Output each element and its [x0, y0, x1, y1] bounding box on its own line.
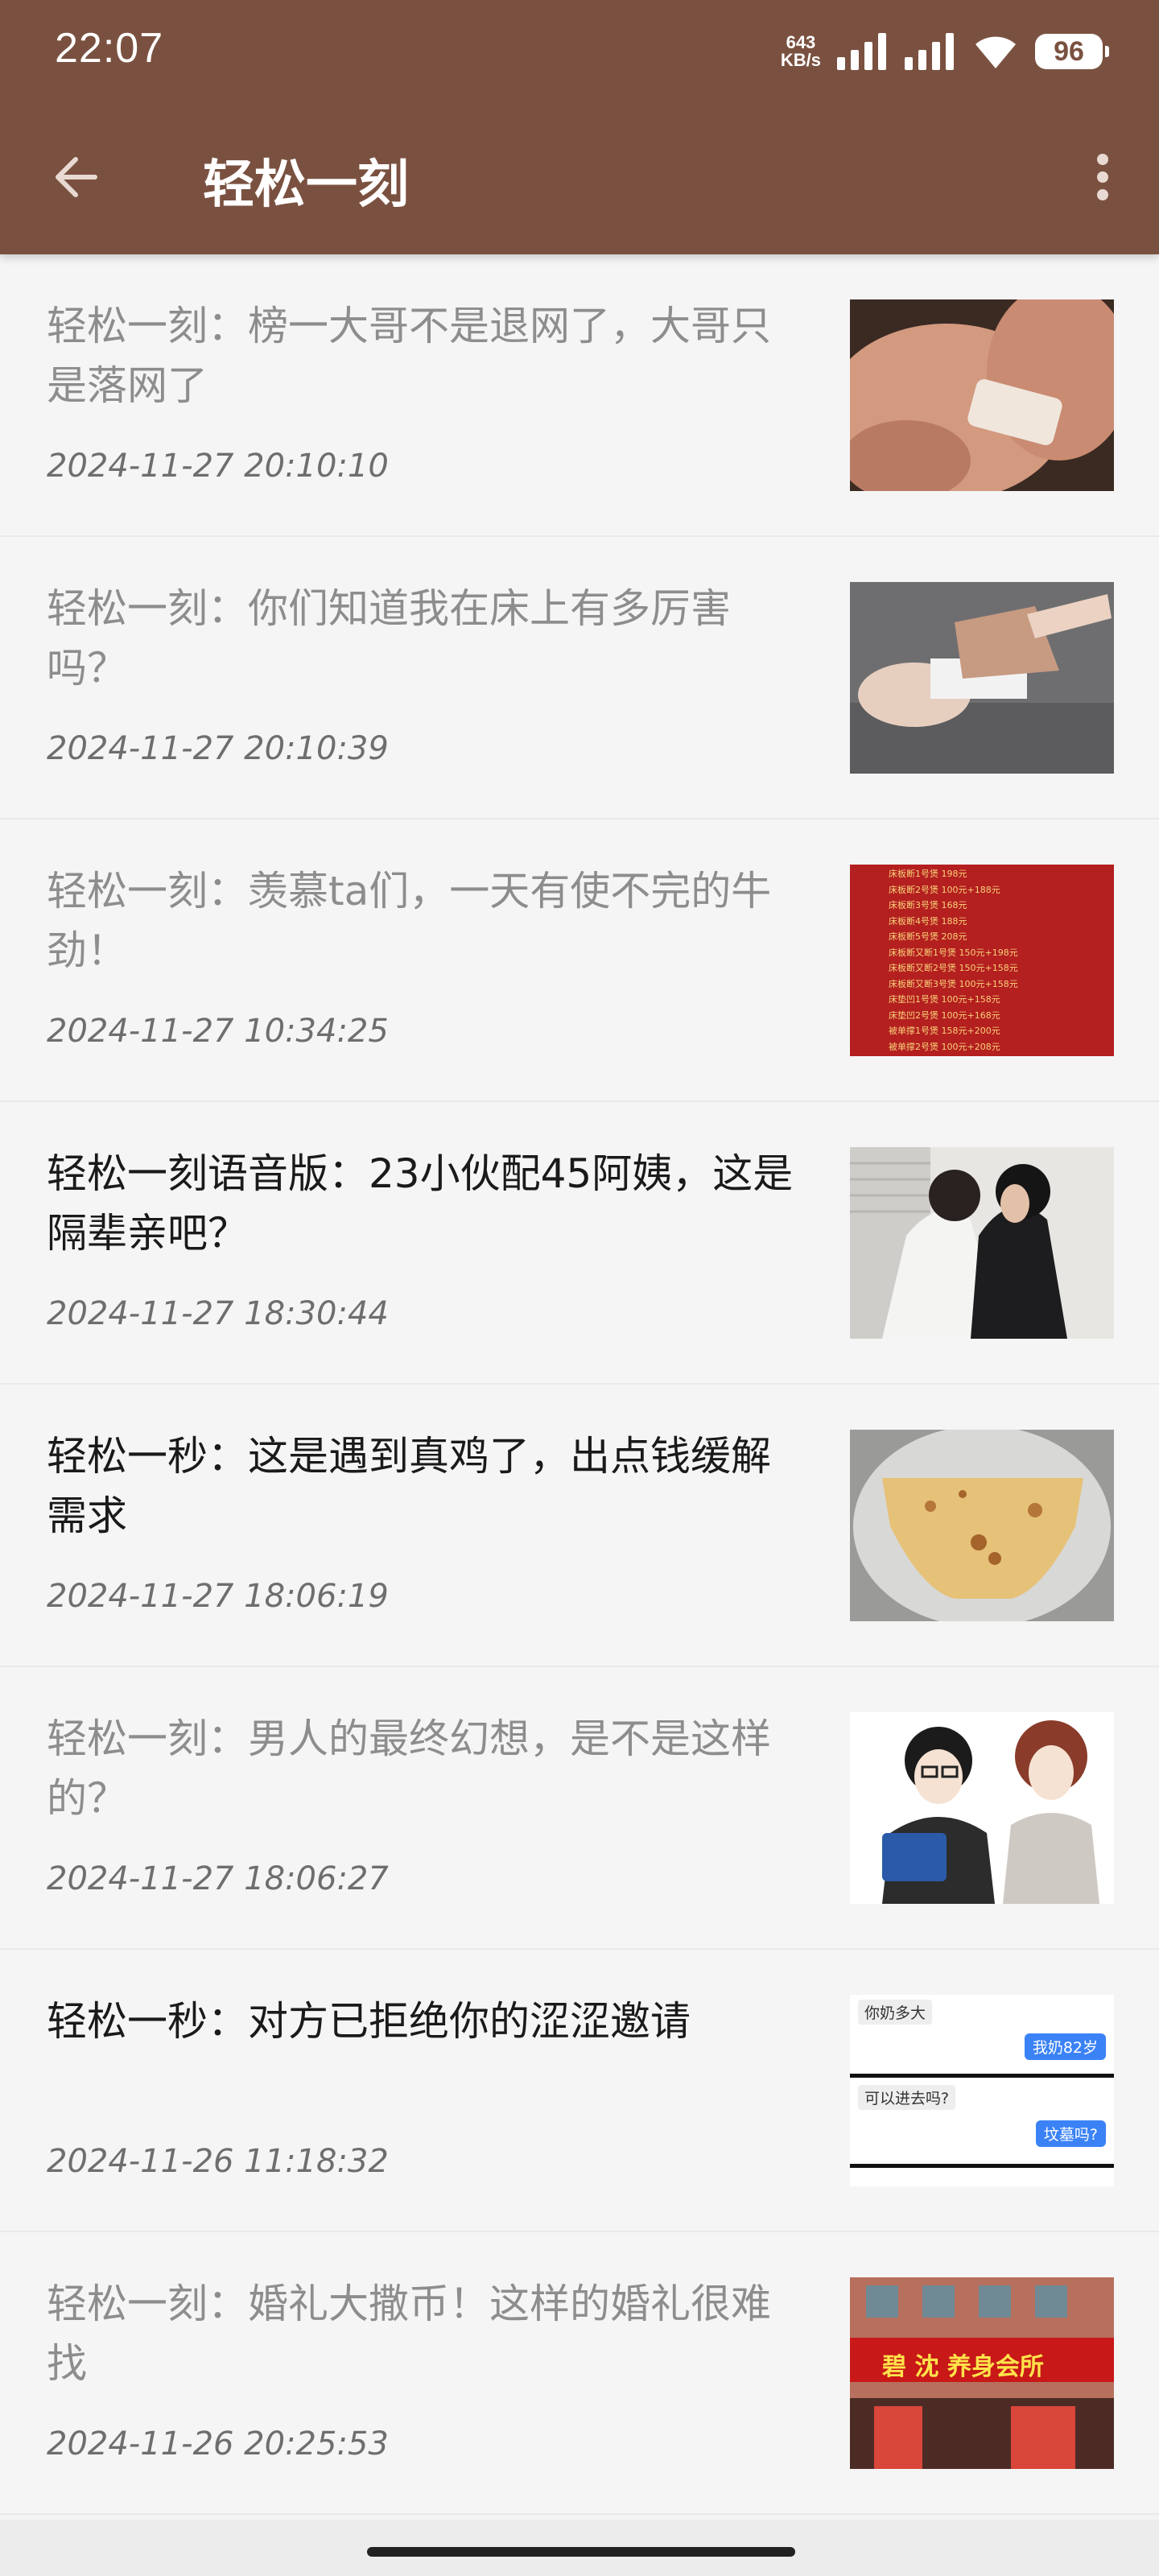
- article-title: 轻松一刻：榜一大哥不是退网了，大哥只是落网了: [47, 303, 771, 409]
- arrow-left-icon[interactable]: [45, 145, 109, 209]
- shop-sign: 碧 沈 养身会所: [882, 2353, 1044, 2381]
- article-thumbnail: 床板断1号煲 198元 床板断2号煲 100元+188元 床板断3号煲 168元…: [850, 865, 1114, 1056]
- article-title: 轻松一刻语音版：23小伙配45阿姨，这是隔辈亲吧？: [47, 1150, 794, 1257]
- chat-bubble: 我奶82岁: [1024, 2033, 1106, 2060]
- chat-bubble: 你奶多大: [858, 2000, 933, 2025]
- net-speed-unit: KB/s: [780, 50, 821, 70]
- article-date: 2024-11-27 20:10:10: [47, 448, 389, 485]
- article-date: 2024-11-26 11:18:32: [47, 2143, 389, 2180]
- article-thumbnail: 你奶多大 我奶82岁 可以进去吗? 坟墓吗?: [850, 1995, 1114, 2186]
- price-line: 床板断3号煲 168元: [889, 900, 967, 910]
- article-title: 轻松一秒：这是遇到真鸡了，出点钱缓解需求: [47, 1433, 771, 1539]
- price-line: 床板断5号煲 208元: [889, 931, 967, 942]
- price-line: 床板断又断3号煲 100元+158元: [889, 978, 1018, 989]
- price-line: 床垫凹2号煲 100元+168元: [889, 1009, 1000, 1021]
- page-title: 轻松一刻: [203, 155, 409, 215]
- article-title: 轻松一刻：婚礼大撒币！这样的婚礼很难找: [47, 2281, 771, 2387]
- article-date: 2024-11-27 18:06:19: [47, 1578, 389, 1615]
- status-icons: 643 KB/s 96: [781, 27, 1109, 76]
- price-line: 被单撑2号煲 100元+208元: [889, 1041, 1000, 1052]
- list-item[interactable]: 轻松一秒：对方已拒绝你的涩涩邀请 2024-11-26 11:18:32 你奶多…: [0, 1950, 1159, 2232]
- home-indicator[interactable]: [367, 2547, 795, 2557]
- article-date: 2024-11-27 18:30:44: [47, 1295, 389, 1332]
- net-speed: 643 KB/s: [781, 34, 821, 69]
- price-line: 床垫凹1号煲 100元+158元: [889, 994, 1000, 1005]
- price-line: 被单撑1号煲 158元+200元: [889, 1026, 1000, 1036]
- wifi-icon: [975, 36, 1016, 68]
- article-thumbnail: [850, 1712, 1114, 1904]
- article-date: 2024-11-26 20:25:53: [47, 2425, 389, 2462]
- article-title: 轻松一刻：你们知道我在床上有多厉害吗？: [47, 585, 731, 691]
- list-item[interactable]: 轻松一刻：男人的最终幻想，是不是这样的？ 2024-11-27 18:06:27: [0, 1667, 1159, 1950]
- signal-icon: [905, 33, 954, 70]
- article-list: 轻松一刻：榜一大哥不是退网了，大哥只是落网了 2024-11-27 20:10:…: [0, 254, 1159, 2515]
- list-item[interactable]: 轻松一刻：婚礼大撒币！这样的婚礼很难找 2024-11-26 20:25:53 …: [0, 2232, 1159, 2515]
- signal-icon: [837, 33, 886, 70]
- price-line: 床板断2号煲 100元+188元: [889, 884, 1000, 895]
- price-line: 床板断又断1号煲 150元+198元: [889, 947, 1018, 958]
- price-line: 床板断又断2号煲 150元+158元: [889, 963, 1018, 973]
- chat-bubble: 坟墓吗?: [1035, 2120, 1106, 2147]
- article-date: 2024-11-27 10:34:25: [47, 1013, 389, 1050]
- article-title: 轻松一秒：对方已拒绝你的涩涩邀请: [47, 1998, 691, 2045]
- article-thumbnail: [850, 1430, 1114, 1621]
- app-header: 22:07 643 KB/s 96 轻松一刻: [0, 0, 1159, 254]
- article-thumbnail: [850, 582, 1114, 774]
- article-date: 2024-11-27 20:10:39: [47, 730, 389, 767]
- article-date: 2024-11-27 18:06:27: [47, 1860, 389, 1897]
- chat-bubble: 可以进去吗?: [858, 2085, 956, 2110]
- article-thumbnail: [850, 299, 1114, 491]
- more-vert-icon[interactable]: [1079, 145, 1127, 209]
- article-title: 轻松一刻：男人的最终幻想，是不是这样的？: [47, 1715, 771, 1822]
- list-item[interactable]: 轻松一秒：这是遇到真鸡了，出点钱缓解需求 2024-11-27 18:06:19: [0, 1385, 1159, 1667]
- battery-indicator: 96: [1035, 34, 1109, 69]
- status-time: 22:07: [55, 25, 164, 72]
- article-title: 轻松一刻：羡慕ta们，一天有使不完的牛劲！: [47, 868, 772, 974]
- price-line: 床板断1号煲 198元: [889, 869, 967, 879]
- article-thumbnail: 碧 沈 养身会所: [850, 2277, 1114, 2469]
- list-item[interactable]: 轻松一刻：你们知道我在床上有多厉害吗？ 2024-11-27 20:10:39: [0, 537, 1159, 819]
- article-thumbnail: [850, 1147, 1114, 1339]
- list-item[interactable]: 轻松一刻：榜一大哥不是退网了，大哥只是落网了 2024-11-27 20:10:…: [0, 254, 1159, 537]
- net-speed-value: 643: [786, 32, 816, 52]
- list-item[interactable]: 轻松一刻语音版：23小伙配45阿姨，这是隔辈亲吧？ 2024-11-27 18:…: [0, 1102, 1159, 1385]
- list-item[interactable]: 轻松一刻：羡慕ta们，一天有使不完的牛劲！ 2024-11-27 10:34:2…: [0, 819, 1159, 1102]
- price-line: 床板断4号煲 188元: [889, 915, 967, 927]
